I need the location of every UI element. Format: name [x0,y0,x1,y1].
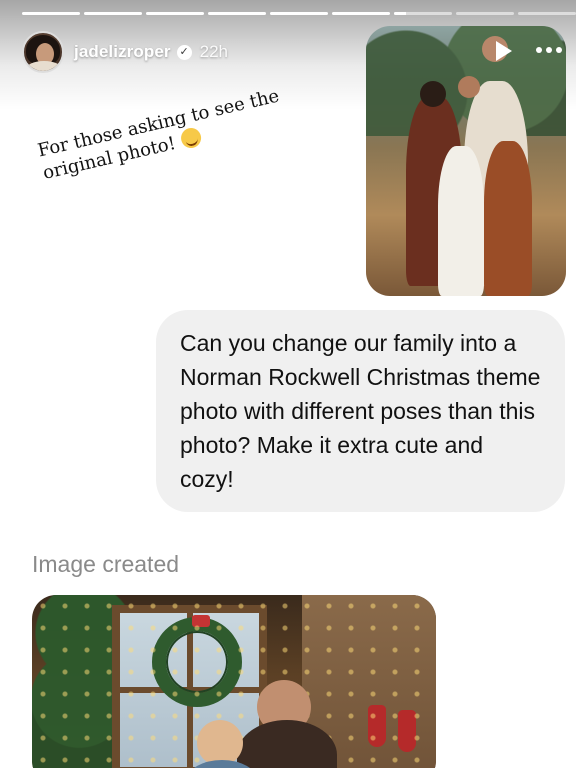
story-progress [22,12,576,16]
dot [546,47,552,53]
verified-badge-icon: ✓ [176,44,192,60]
dot [536,47,542,53]
progress-segment [22,12,80,15]
progress-segment [208,12,266,15]
play-icon[interactable] [494,40,514,62]
person [458,76,480,98]
smiling-face-with-hearts-icon [178,125,203,150]
avatar[interactable] [22,31,64,73]
more-icon[interactable] [534,38,564,62]
progress-segment [332,12,390,15]
progress-segment [456,12,514,15]
person [420,81,446,107]
person [438,146,484,296]
progress-segment [146,12,204,15]
avatar-shoulders [26,61,62,71]
story-header: jadelizroper ✓ 22h [22,30,228,74]
chat-message: Can you change our family into a Norman … [180,330,541,492]
person [484,141,532,296]
progress-segment [270,12,328,15]
generated-christmas-photo [32,595,436,768]
progress-segment [518,12,576,15]
post-time: 22h [199,42,228,61]
dot [556,47,562,53]
family-group [187,680,377,768]
chat-bubble: Can you change our family into a Norman … [156,310,565,512]
progress-segment [84,12,142,15]
play-glyph [496,41,512,61]
image-created-label: Image created [32,551,180,577]
username[interactable]: jadelizroper [74,42,171,62]
family-photo [366,26,566,296]
person [237,720,337,768]
progress-segment [394,12,452,15]
